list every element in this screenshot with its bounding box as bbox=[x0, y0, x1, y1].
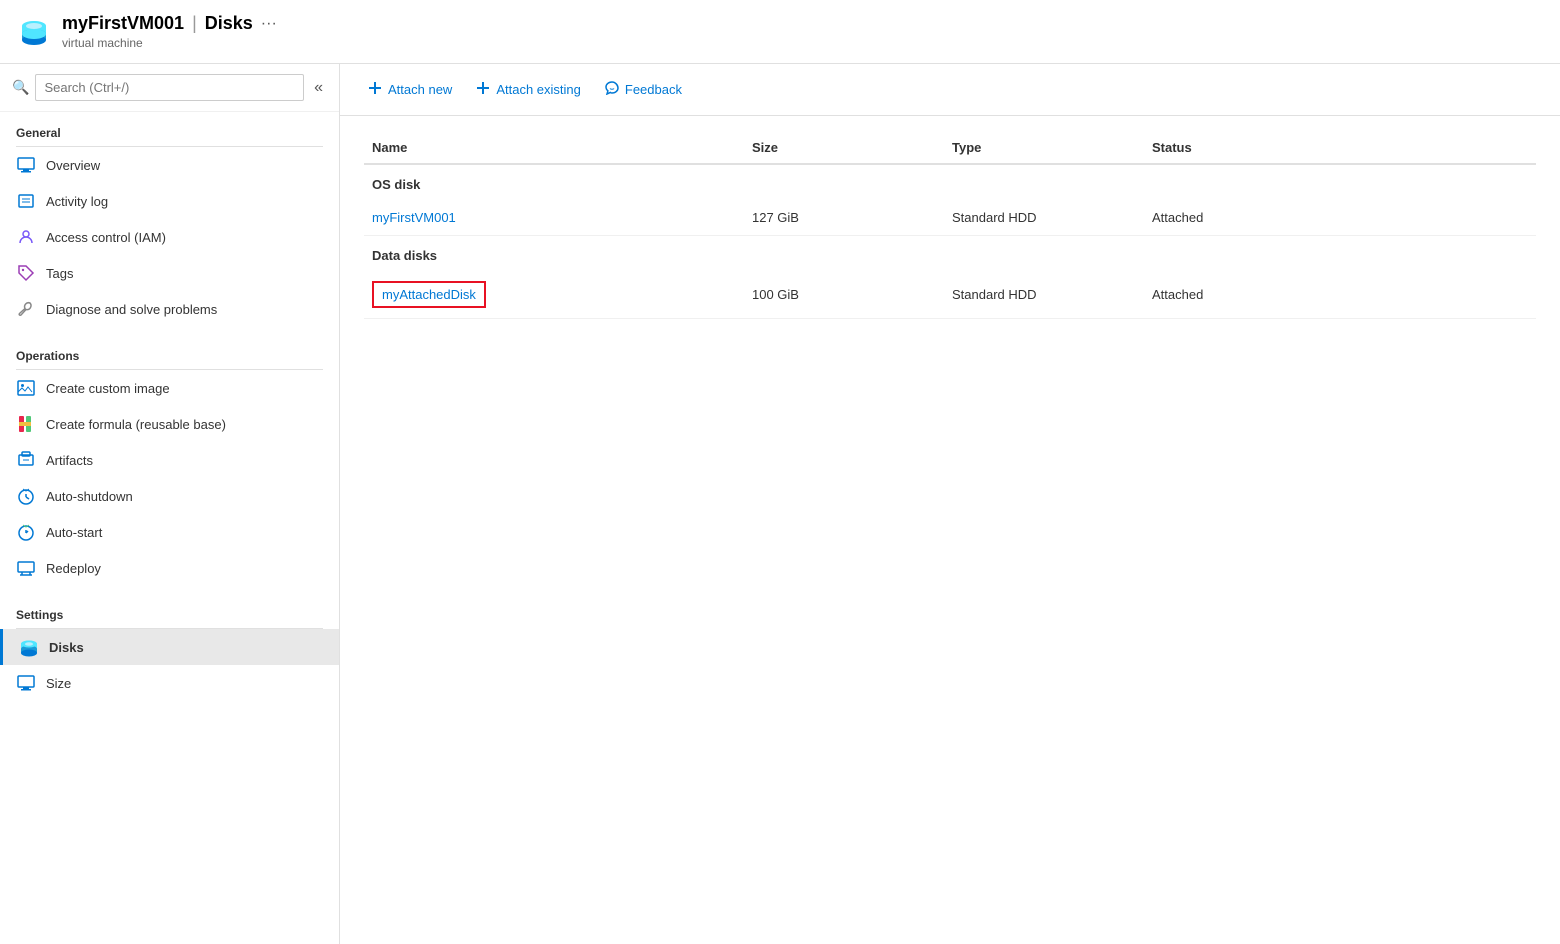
os-disk-name-link[interactable]: myFirstVM001 bbox=[372, 210, 456, 225]
disk-icon bbox=[19, 637, 39, 657]
data-disk-name-link[interactable]: myAttachedDisk bbox=[382, 287, 476, 302]
attach-new-label: Attach new bbox=[388, 82, 452, 97]
title-separator: | bbox=[192, 13, 197, 34]
sidebar-item-size-label: Size bbox=[46, 676, 71, 691]
os-disk-status: Attached bbox=[1144, 210, 1344, 225]
collapse-button[interactable]: « bbox=[310, 75, 327, 101]
monitor2-icon bbox=[16, 673, 36, 693]
table-header-row: Name Size Type Status bbox=[364, 132, 1536, 165]
sidebar-item-disks[interactable]: Disks bbox=[0, 629, 339, 665]
clock2-icon bbox=[16, 522, 36, 542]
os-disk-type: Standard HDD bbox=[944, 210, 1144, 225]
content-area: Attach new Attach existing Feedback Name… bbox=[340, 64, 1560, 944]
main-layout: 🔍 « General Overview Activity log bbox=[0, 64, 1560, 944]
sidebar-item-auto-start-label: Auto-start bbox=[46, 525, 102, 540]
feedback-label: Feedback bbox=[625, 82, 682, 97]
col-name: Name bbox=[364, 140, 744, 155]
sidebar-item-activity-log[interactable]: Activity log bbox=[0, 183, 339, 219]
more-icon[interactable]: ··· bbox=[261, 15, 277, 33]
sidebar-item-overview-label: Overview bbox=[46, 158, 100, 173]
vm-icon bbox=[16, 14, 52, 50]
vm-name: myFirstVM001 bbox=[62, 13, 184, 34]
table-row[interactable]: myAttachedDisk 100 GiB Standard HDD Atta… bbox=[364, 271, 1536, 319]
sidebar-item-access-control[interactable]: Access control (IAM) bbox=[0, 219, 339, 255]
formula-icon bbox=[16, 414, 36, 434]
feedback-icon bbox=[605, 81, 619, 98]
attach-new-icon bbox=[368, 81, 382, 98]
sidebar-item-diagnose[interactable]: Diagnose and solve problems bbox=[0, 291, 339, 327]
search-icon: 🔍 bbox=[12, 79, 29, 96]
sidebar-item-redeploy-label: Redeploy bbox=[46, 561, 101, 576]
sidebar-item-overview[interactable]: Overview bbox=[0, 147, 339, 183]
data-disk-size: 100 GiB bbox=[744, 287, 944, 302]
sidebar-item-create-formula[interactable]: Create formula (reusable base) bbox=[0, 406, 339, 442]
col-size: Size bbox=[744, 140, 944, 155]
attach-existing-icon bbox=[476, 81, 490, 98]
sidebar-item-diagnose-label: Diagnose and solve problems bbox=[46, 302, 217, 317]
sidebar-item-create-image[interactable]: Create custom image bbox=[0, 370, 339, 406]
person-icon bbox=[16, 227, 36, 247]
image-icon bbox=[16, 378, 36, 398]
data-disk-name[interactable]: myAttachedDisk bbox=[364, 281, 744, 308]
os-disk-size: 127 GiB bbox=[744, 210, 944, 225]
tag-icon bbox=[16, 263, 36, 283]
header-subtitle: virtual machine bbox=[62, 36, 277, 50]
sidebar-item-tags-label: Tags bbox=[46, 266, 73, 281]
wrench-icon bbox=[16, 299, 36, 319]
col-status: Status bbox=[1144, 140, 1344, 155]
section-label-settings: Settings bbox=[0, 594, 339, 628]
monitor-icon bbox=[16, 155, 36, 175]
sidebar-item-auto-shutdown[interactable]: Auto-shutdown bbox=[0, 478, 339, 514]
redeploy-icon bbox=[16, 558, 36, 578]
section-label-general: General bbox=[0, 112, 339, 146]
os-disk-name[interactable]: myFirstVM001 bbox=[364, 210, 744, 225]
table-row[interactable]: myFirstVM001 127 GiB Standard HDD Attach… bbox=[364, 200, 1536, 236]
attach-existing-label: Attach existing bbox=[496, 82, 581, 97]
col-type: Type bbox=[944, 140, 1144, 155]
data-disks-section-header: Data disks bbox=[364, 236, 1536, 271]
sidebar-item-auto-start[interactable]: Auto-start bbox=[0, 514, 339, 550]
sidebar: 🔍 « General Overview Activity log bbox=[0, 64, 340, 944]
toolbar: Attach new Attach existing Feedback bbox=[340, 64, 1560, 116]
search-input[interactable] bbox=[35, 74, 304, 101]
attach-existing-button[interactable]: Attach existing bbox=[464, 75, 593, 104]
sidebar-item-formula-label: Create formula (reusable base) bbox=[46, 417, 226, 432]
disks-table: Name Size Type Status OS disk myFirstVM0… bbox=[340, 116, 1560, 944]
sidebar-item-size[interactable]: Size bbox=[0, 665, 339, 701]
page-section: Disks bbox=[205, 13, 253, 34]
clock-icon bbox=[16, 486, 36, 506]
sidebar-item-create-image-label: Create custom image bbox=[46, 381, 170, 396]
list-icon bbox=[16, 191, 36, 211]
sidebar-content: General Overview Activity log Access con… bbox=[0, 112, 339, 944]
sidebar-item-artifacts-label: Artifacts bbox=[46, 453, 93, 468]
sidebar-item-tags[interactable]: Tags bbox=[0, 255, 339, 291]
data-disk-status: Attached bbox=[1144, 287, 1344, 302]
artifact-icon bbox=[16, 450, 36, 470]
sidebar-item-artifacts[interactable]: Artifacts bbox=[0, 442, 339, 478]
page-header: myFirstVM001 | Disks ··· virtual machine bbox=[0, 0, 1560, 64]
attach-new-button[interactable]: Attach new bbox=[356, 75, 464, 104]
header-text: myFirstVM001 | Disks ··· virtual machine bbox=[62, 13, 277, 50]
sidebar-item-activity-label: Activity log bbox=[46, 194, 108, 209]
header-title: myFirstVM001 | Disks ··· bbox=[62, 13, 277, 34]
data-disk-type: Standard HDD bbox=[944, 287, 1144, 302]
sidebar-item-redeploy[interactable]: Redeploy bbox=[0, 550, 339, 586]
os-disk-section-header: OS disk bbox=[364, 165, 1536, 200]
sidebar-item-iam-label: Access control (IAM) bbox=[46, 230, 166, 245]
sidebar-search-bar: 🔍 « bbox=[0, 64, 339, 112]
feedback-button[interactable]: Feedback bbox=[593, 75, 694, 104]
sidebar-item-auto-shutdown-label: Auto-shutdown bbox=[46, 489, 133, 504]
sidebar-item-disks-label: Disks bbox=[49, 640, 84, 655]
section-label-operations: Operations bbox=[0, 335, 339, 369]
